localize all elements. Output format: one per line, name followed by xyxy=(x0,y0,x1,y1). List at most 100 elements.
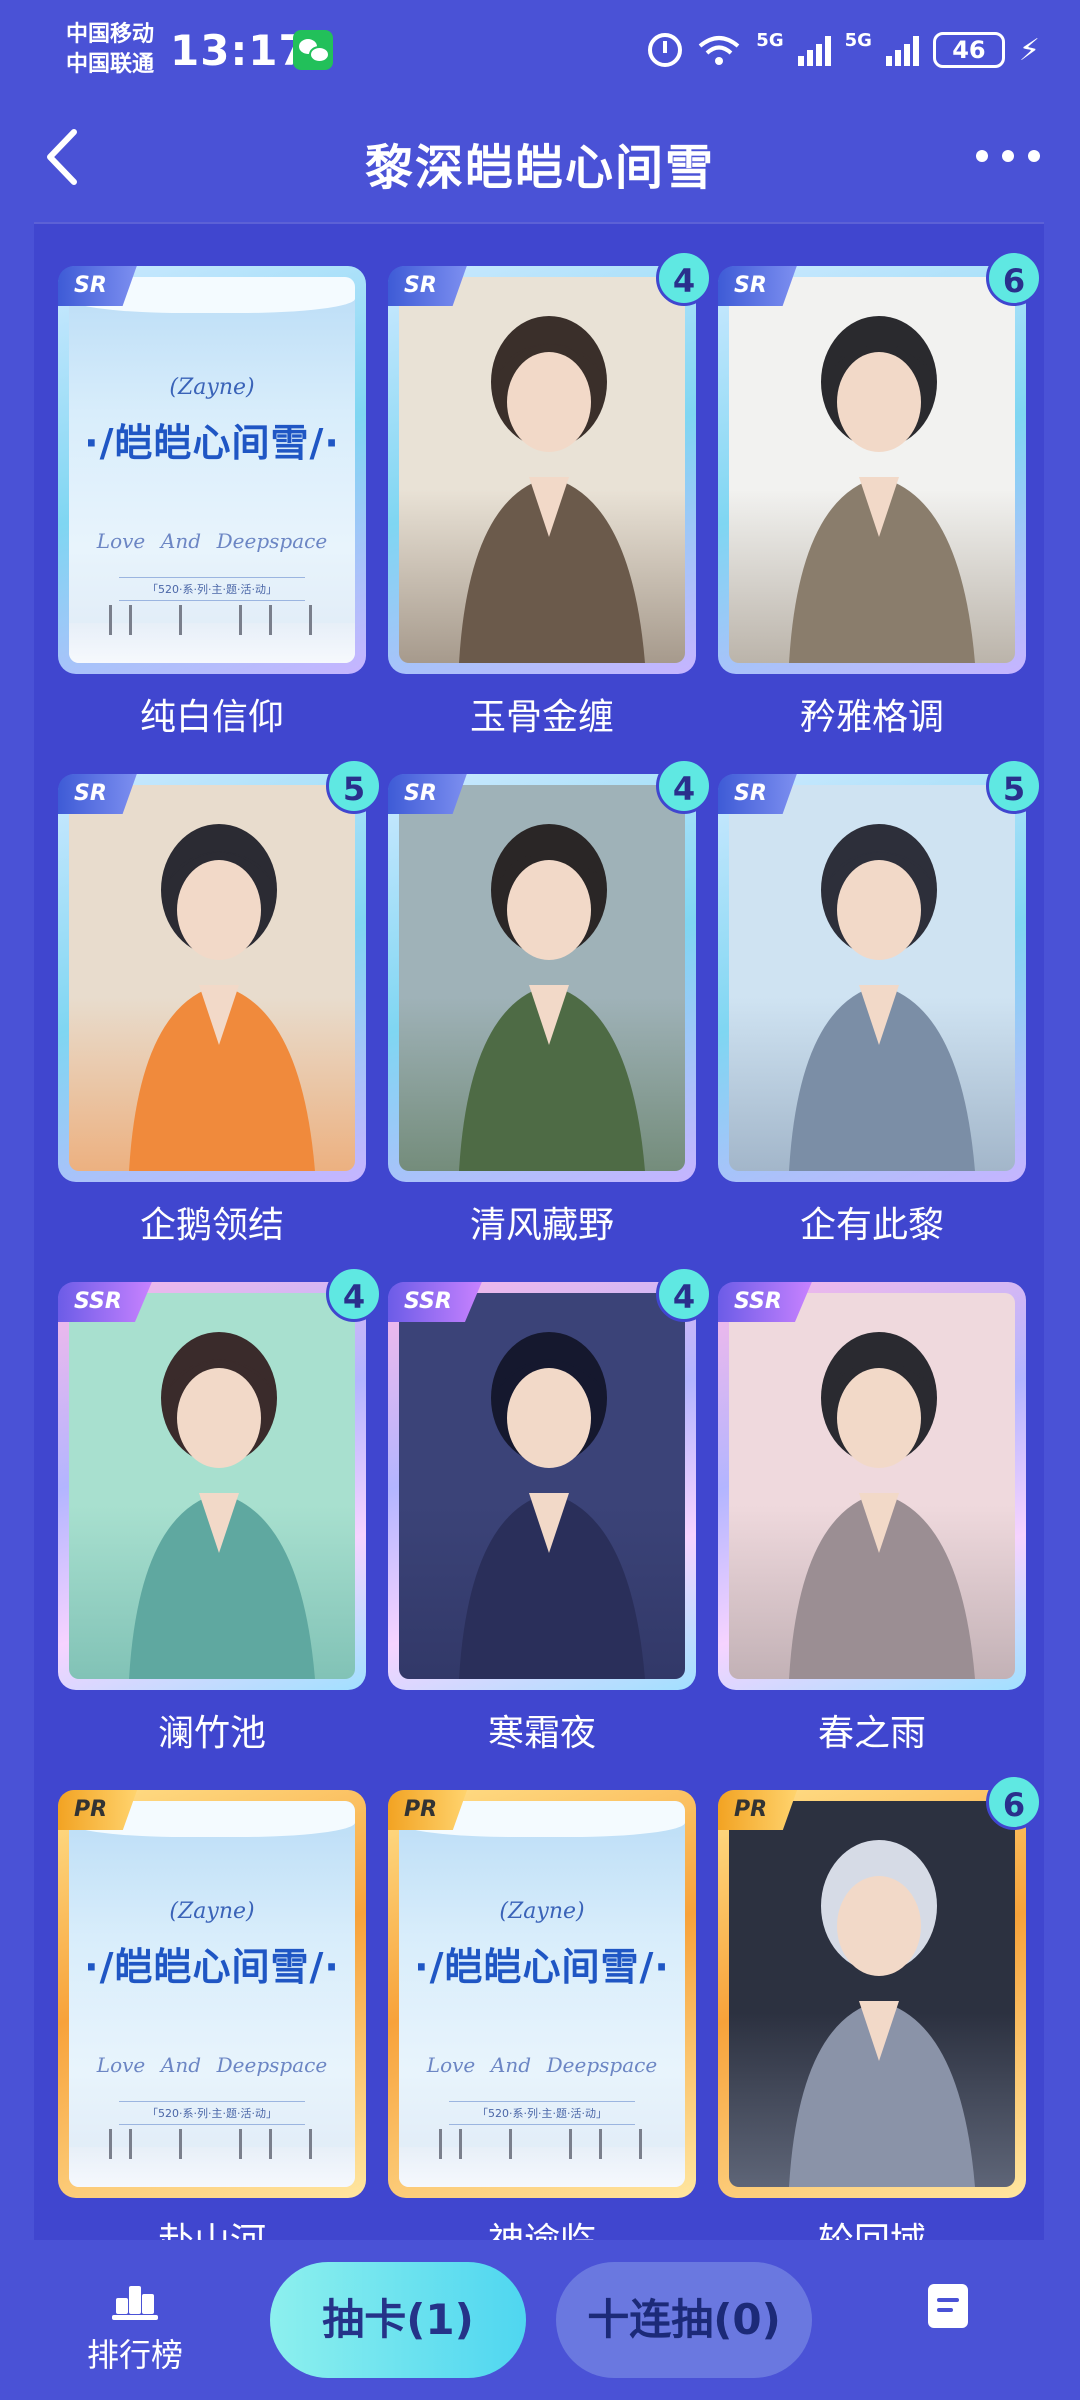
network-label-2: 5G xyxy=(844,29,872,51)
card-art: (Zayne) ·/皑皑心间雪/· Love And Deepspace 「520·系·列… xyxy=(399,1801,685,2187)
ranking-label: 排行榜 xyxy=(86,2336,183,2374)
status-bar: 中国移动 中国联通 13:17 5G 5G 46 ⚡ xyxy=(0,0,1080,100)
poster-subtitle: (Zayne) xyxy=(169,1899,255,1924)
card-count-badge: 4 xyxy=(326,1266,382,1322)
poster-subtitle: (Zayne) xyxy=(169,375,255,400)
poster-script: Love And Deepspace xyxy=(89,529,335,553)
poster-script-word: Deepspace xyxy=(216,529,328,553)
draw-ten-button[interactable]: 十连抽(0) xyxy=(556,2262,812,2378)
poster-script-word: And xyxy=(160,2053,202,2077)
card-count-badge: 4 xyxy=(656,250,712,306)
card-count-badge: 4 xyxy=(656,758,712,814)
card-art xyxy=(729,1801,1015,2187)
character-portrait xyxy=(789,316,975,663)
card-art xyxy=(399,277,685,663)
signal-icon-2 xyxy=(885,34,919,66)
card-art xyxy=(69,785,355,1171)
card-art xyxy=(729,1293,1015,1679)
tree-decoration xyxy=(309,605,312,635)
poster-subtitle: (Zayne) xyxy=(499,1899,585,1924)
character-portrait xyxy=(789,1332,975,1679)
card-name: 玉骨金缠 xyxy=(469,697,614,738)
status-icons: 5G 5G 46 ⚡ xyxy=(648,26,1040,74)
card-art: (Zayne) ·/皑皑心间雪/· Love And Deepspace 「520·系·列… xyxy=(69,277,355,663)
draw-button[interactable]: 抽卡(1) xyxy=(270,2262,526,2378)
poster-script-word: Deepspace xyxy=(216,2053,328,2077)
poster-script-word: Love xyxy=(96,529,146,553)
tree-decoration xyxy=(569,2129,572,2159)
character-portrait xyxy=(459,1332,645,1679)
character-portrait xyxy=(459,824,645,1171)
more-icon[interactable] xyxy=(976,150,1040,162)
character-portrait xyxy=(789,824,975,1171)
tree-decoration xyxy=(239,605,242,635)
wifi-icon xyxy=(696,32,742,68)
card-art xyxy=(729,785,1015,1171)
tree-decoration xyxy=(109,2129,112,2159)
card-frame xyxy=(388,266,696,674)
card-name: 企鹅领结 xyxy=(139,1205,284,1246)
network-label-1: 5G xyxy=(756,29,784,51)
poster-title: ·/皑皑心间雪/· xyxy=(84,1945,340,1989)
tree-decoration xyxy=(439,2129,442,2159)
card-art xyxy=(69,1293,355,1679)
poster-title: ·/皑皑心间雪/· xyxy=(414,1945,670,1989)
poster-series: 「520·系·列·主·题·活·动」 xyxy=(449,2101,635,2125)
card-name: 企有此黎 xyxy=(799,1205,944,1246)
card-frame xyxy=(718,1282,1026,1690)
card-frame: (Zayne) ·/皑皑心间雪/· Love And Deepspace 「520·系·列… xyxy=(58,266,366,674)
card-count-badge: 5 xyxy=(986,758,1042,814)
bottom-bar: 排行榜 抽卡(1) 十连抽(0) xyxy=(0,2240,1080,2400)
character-portrait xyxy=(129,1332,315,1679)
ranking-tab[interactable]: 排行榜 xyxy=(80,2280,190,2376)
carrier-1: 中国移动 xyxy=(66,22,155,47)
signal-icon xyxy=(797,34,831,66)
card-count-badge: 6 xyxy=(986,250,1042,306)
poster-script-word: Deepspace xyxy=(546,2053,658,2077)
card-frame xyxy=(718,1790,1026,2198)
tree-decoration xyxy=(509,2129,512,2159)
card-art xyxy=(399,785,685,1171)
ranking-icon xyxy=(112,2280,158,2320)
card-frame xyxy=(58,1282,366,1690)
card-art xyxy=(729,277,1015,663)
charging-icon: ⚡ xyxy=(1018,32,1040,68)
character-portrait xyxy=(129,824,315,1171)
card-frame xyxy=(388,774,696,1182)
card-name: 澜竹池 xyxy=(157,1713,266,1754)
tree-decoration xyxy=(639,2129,642,2159)
tree-decoration xyxy=(269,2129,272,2159)
card-name: 寒霜夜 xyxy=(487,1713,596,1754)
character-portrait xyxy=(789,1840,975,2187)
card-name: 矜雅格调 xyxy=(799,697,944,738)
card-frame xyxy=(718,266,1026,674)
tree-decoration xyxy=(179,2129,182,2159)
tree-decoration xyxy=(129,2129,132,2159)
card-art xyxy=(399,1293,685,1679)
card-name: 春之雨 xyxy=(817,1713,926,1754)
poster-script: Love And Deepspace xyxy=(89,2053,335,2077)
tree-decoration xyxy=(309,2129,312,2159)
card-frame: (Zayne) ·/皑皑心间雪/· Love And Deepspace 「520·系·列… xyxy=(58,1790,366,2198)
card-frame xyxy=(58,774,366,1182)
poster-script-word: Love xyxy=(96,2053,146,2077)
tree-decoration xyxy=(269,605,272,635)
card-count-badge: 4 xyxy=(656,1266,712,1322)
card-name: 清风藏野 xyxy=(469,1205,614,1246)
poster-script-word: And xyxy=(490,2053,532,2077)
tree-decoration xyxy=(239,2129,242,2159)
tree-decoration xyxy=(109,605,112,635)
tree-decoration xyxy=(129,605,132,635)
poster-script-word: Love xyxy=(426,2053,476,2077)
card-count-badge: 5 xyxy=(326,758,382,814)
card-art: (Zayne) ·/皑皑心间雪/· Love And Deepspace 「520·系·列… xyxy=(69,1801,355,2187)
poster-series: 「520·系·列·主·题·活·动」 xyxy=(119,577,305,601)
carrier-2: 中国联通 xyxy=(66,52,155,77)
wechat-icon xyxy=(293,30,333,70)
poster-series: 「520·系·列·主·题·活·动」 xyxy=(119,2101,305,2125)
page-title: 黎深皑皑心间雪 xyxy=(364,140,715,196)
app-header: 黎深皑皑心间雪 xyxy=(0,100,1080,220)
card-grid: (Zayne) ·/皑皑心间雪/· Love And Deepspace 「520·系·列… xyxy=(34,222,1044,2252)
battery-icon: 46 xyxy=(932,32,1005,68)
record-icon[interactable] xyxy=(928,2284,968,2328)
